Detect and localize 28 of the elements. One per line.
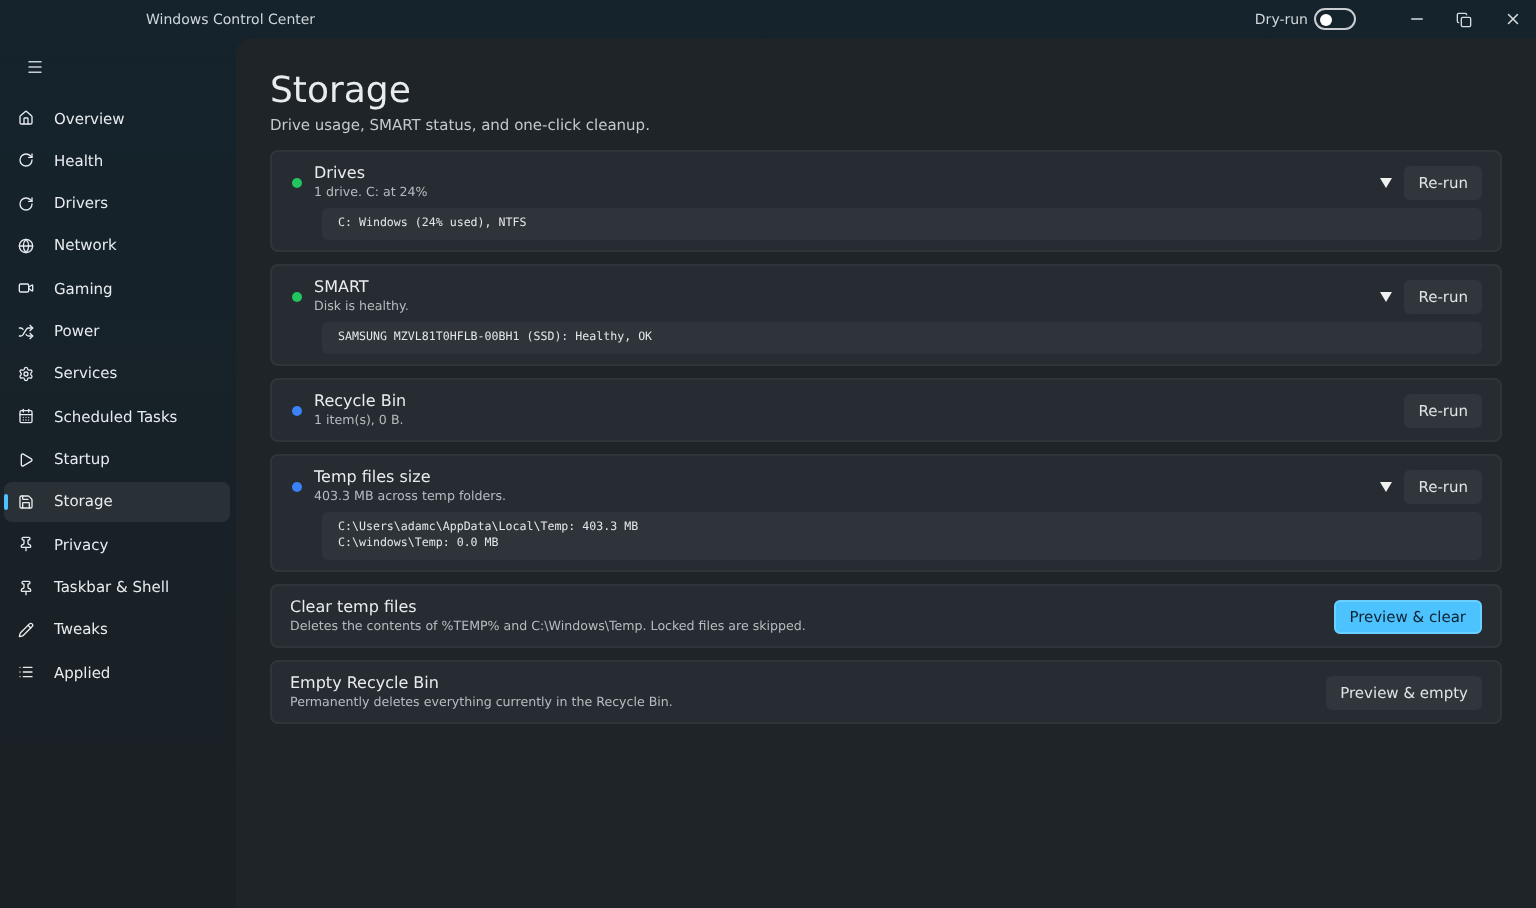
globe-icon: [18, 237, 34, 254]
action-title: Clear temp files: [290, 596, 419, 618]
pencil-icon: [18, 621, 34, 638]
refresh-icon: [18, 152, 34, 169]
list-icon: [18, 664, 34, 681]
save-icon: [18, 493, 34, 510]
caret-icon[interactable]: [1380, 481, 1393, 491]
check-title: Temp files size: [314, 466, 433, 488]
check-title: SMART: [314, 276, 371, 298]
restore-icon: [1456, 11, 1472, 27]
play-icon: [18, 451, 34, 468]
check-title: Recycle Bin: [314, 390, 409, 412]
caret-icon[interactable]: [1380, 291, 1393, 301]
dry-run-toggle[interactable]: [1314, 8, 1356, 30]
camera-icon: [18, 280, 34, 297]
menu-icon: [25, 57, 43, 75]
check-title: Drives: [314, 162, 367, 184]
close-icon: [1503, 10, 1521, 28]
action-title: Empty Recycle Bin: [290, 672, 441, 694]
page-title: Storage: [270, 70, 413, 112]
caret-icon[interactable]: [1380, 177, 1393, 187]
settings-icon: [18, 365, 34, 382]
pin-icon: [18, 536, 34, 553]
home-icon: [18, 110, 34, 126]
calendar-icon: [18, 408, 34, 425]
refresh-icon: [18, 195, 34, 212]
pin-icon: [18, 579, 34, 596]
shuffle-icon: [18, 323, 34, 340]
